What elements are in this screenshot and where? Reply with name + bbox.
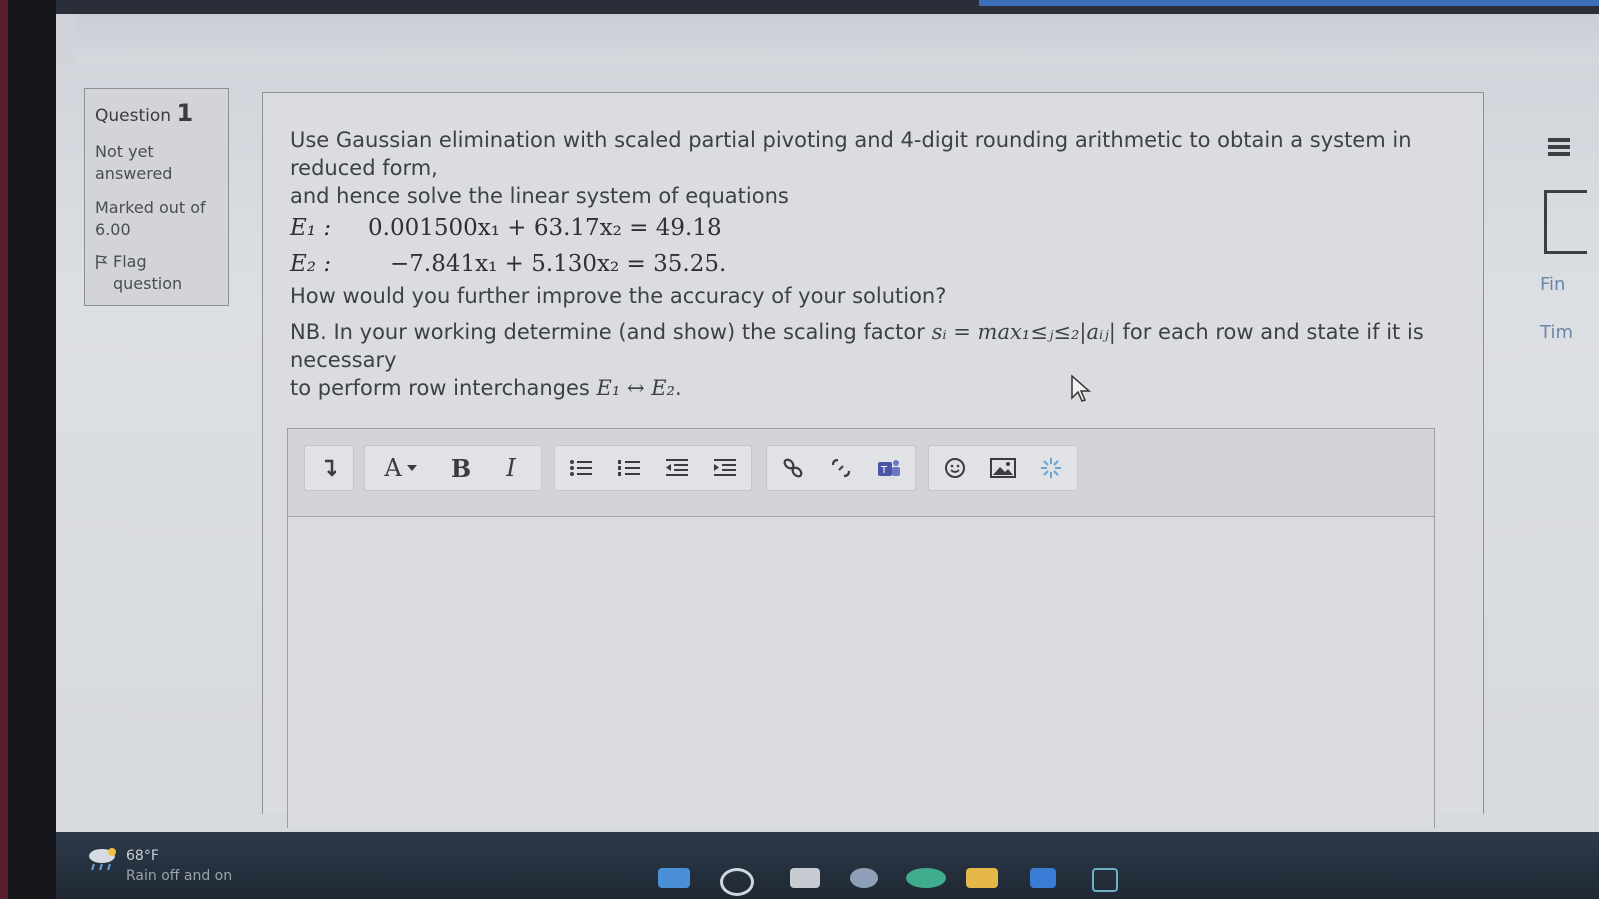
editor-toolbar: A B I T <box>288 429 1434 517</box>
status-line-1: Not yet <box>95 142 154 161</box>
nb-scaling-formula: sᵢ = max₁≤ⱼ≤₂|aᵢⱼ| <box>931 320 1116 344</box>
indent-button[interactable] <box>701 446 749 490</box>
question-intro-line-1: Use Gaussian elimination with scaled par… <box>290 128 1412 180</box>
nb-line2-suffix: . <box>674 376 682 400</box>
question-text: Use Gaussian elimination with scaled par… <box>290 126 1460 402</box>
toolbar-expand-button[interactable] <box>305 446 353 490</box>
indent-icon <box>714 459 736 476</box>
equation-1-expr: 0.001500x₁ + 63.17x₂ = 49.18 <box>368 215 722 241</box>
monitor-bezel <box>0 0 56 899</box>
link-icon <box>783 458 803 478</box>
italic-button[interactable]: I <box>487 446 535 490</box>
time-left-label: Tim <box>1540 322 1573 343</box>
toolbar-group-links: T <box>766 445 916 491</box>
flag-label-2: question <box>113 274 183 293</box>
browser-accent <box>979 0 1599 6</box>
emoji-button[interactable] <box>931 446 979 490</box>
font-color-label: A <box>384 454 402 482</box>
weather-description: Rain off and on <box>126 868 233 884</box>
flag-label-1: Flag <box>113 252 147 271</box>
weather-widget[interactable]: 68°F Rain off and on <box>86 844 232 884</box>
page-header <box>76 14 1599 64</box>
answer-text-area[interactable] <box>288 517 1434 829</box>
ai-assist-button[interactable] <box>1027 446 1075 490</box>
question-nav-box[interactable] <box>1544 190 1587 254</box>
equation-2-label: E₂ : <box>290 251 332 277</box>
teams-meeting-button[interactable]: T <box>865 446 913 490</box>
rain-cloud-icon <box>89 848 116 871</box>
task-view-icon[interactable] <box>790 868 820 888</box>
question-info-box: Question 1 Not yet answered Marked out o… <box>84 88 229 306</box>
equation-2-expr: −7.841x₁ + 5.130x₂ = 35.25. <box>390 251 727 277</box>
start-button[interactable] <box>658 868 690 888</box>
insert-link-button[interactable] <box>769 446 817 490</box>
question-number: 1 <box>176 99 194 127</box>
toolbar-group-expand <box>304 445 354 491</box>
question-nb-line-2: to perform row interchanges E₁ ↔ E₂. <box>290 374 1460 402</box>
edge-browser-icon[interactable] <box>906 868 946 888</box>
question-intro-line-2: and hence solve the linear system of equ… <box>290 184 789 208</box>
flag-icon <box>96 255 108 269</box>
insert-image-button[interactable] <box>979 446 1027 490</box>
flag-question-button[interactable]: Flag question <box>95 251 218 295</box>
toolbar-group-lists <box>554 445 752 491</box>
status-line-2: answered <box>95 164 173 183</box>
equation-2: E₂ : −7.841x₁ + 5.130x₂ = 35.25. <box>290 246 1460 282</box>
question-nb-line-1: NB. In your working determine (and show)… <box>290 318 1460 374</box>
chevron-down-icon <box>406 465 417 471</box>
nb-prefix: NB. In your working determine (and show)… <box>290 320 932 344</box>
finish-attempt-link[interactable]: Fin <box>1540 274 1565 295</box>
nb-line2-prefix: to perform row interchanges <box>290 376 597 400</box>
file-explorer-icon[interactable] <box>966 868 998 888</box>
bullet-list-button[interactable] <box>557 446 605 490</box>
sparkle-icon <box>1041 458 1061 478</box>
numbered-list-icon <box>618 460 640 476</box>
widgets-icon[interactable] <box>850 868 878 888</box>
equation-1: E₁ : 0.001500x₁ + 63.17x₂ = 49.18 <box>290 210 1460 246</box>
question-label: Question <box>95 106 172 126</box>
search-icon[interactable] <box>720 868 754 896</box>
hamburger-menu-icon[interactable] <box>1548 136 1570 158</box>
unlink-icon <box>831 458 851 478</box>
toolbar-group-format: A B I <box>364 445 542 491</box>
answer-editor: A B I T <box>287 428 1435 829</box>
image-icon <box>990 458 1016 478</box>
nb-interchange-formula: E₁ ↔ E₂ <box>596 376 675 400</box>
outdent-icon <box>666 459 688 476</box>
app-icon[interactable] <box>1092 868 1118 892</box>
question-title: Question 1 <box>95 99 218 127</box>
expand-arrow-icon <box>325 459 336 477</box>
numbered-list-button[interactable] <box>605 446 653 490</box>
equation-1-label: E₁ : <box>290 215 332 241</box>
quiz-navigation-panel: Fin Tim <box>1530 100 1599 400</box>
unlink-button[interactable] <box>817 446 865 490</box>
windows-taskbar: 68°F Rain off and on <box>56 832 1599 899</box>
marks-line-1: Marked out of <box>95 198 206 217</box>
toolbar-group-insert <box>928 445 1078 491</box>
marks-line-2: 6.00 <box>95 220 131 239</box>
store-icon[interactable] <box>1030 868 1056 888</box>
svg-text:T: T <box>880 465 888 476</box>
bullet-list-icon <box>570 460 592 476</box>
bold-button[interactable]: B <box>437 446 485 490</box>
smiley-icon <box>945 458 965 478</box>
question-followup: How would you further improve the accura… <box>290 284 947 308</box>
weather-temp: 68°F <box>126 848 159 864</box>
teams-icon: T <box>878 460 900 476</box>
bezel-edge <box>0 0 8 899</box>
outdent-button[interactable] <box>653 446 701 490</box>
mouse-cursor-icon <box>1071 374 1091 402</box>
font-color-button[interactable]: A <box>371 446 431 490</box>
